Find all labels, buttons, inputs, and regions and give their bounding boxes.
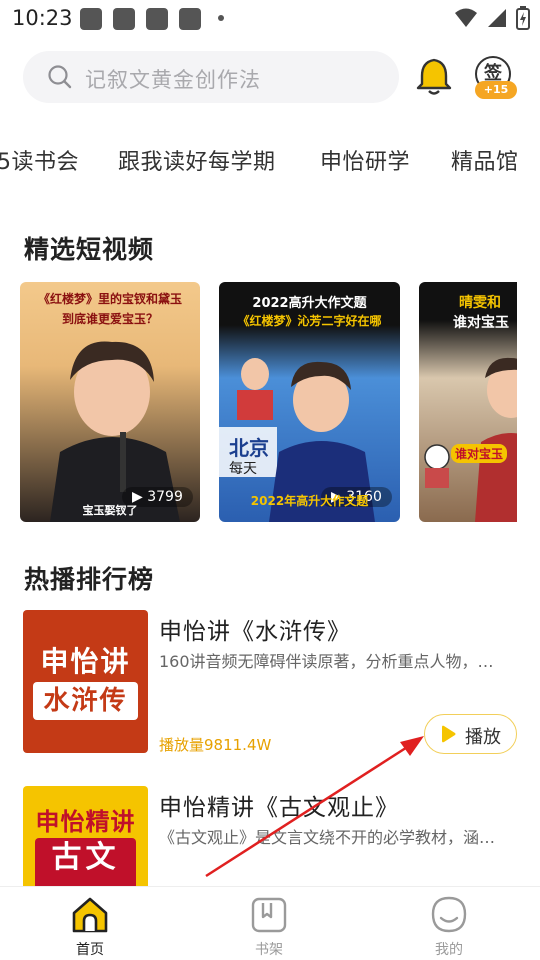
sign-badge: +15	[475, 81, 517, 99]
category-tabs: 5读书会 跟我读好每学期 申怡研学 精品馆	[0, 144, 540, 184]
nav-home[interactable]: 首页	[50, 887, 130, 960]
tab-read-every-term[interactable]: 跟我读好每学期	[118, 144, 276, 176]
sign-in-button[interactable]: 签 +15	[473, 54, 517, 99]
video-card[interactable]: 晴雯和 谁对宝玉 谁对宝玉	[419, 282, 517, 522]
cover-subtitle: 观止	[23, 878, 148, 886]
nav-bookshelf-label: 书架	[255, 942, 283, 958]
play-button[interactable]: 播放	[424, 714, 517, 754]
cover-title: 申怡精讲	[35, 808, 136, 836]
tab-study-tour[interactable]: 申怡研学	[320, 144, 410, 176]
bookshelf-icon	[251, 897, 287, 933]
nav-home-label: 首页	[76, 942, 104, 958]
tab-premium[interactable]: 精品馆	[451, 144, 519, 176]
search-input[interactable]: 记叙文黄金创作法	[23, 51, 399, 103]
cover-title: 申怡讲	[40, 645, 131, 678]
cover-subtitle: 水浒传	[33, 682, 138, 720]
video-banner: 每天	[229, 461, 257, 477]
status-bar: 10:23	[0, 0, 540, 38]
video-caption: 《红楼梦》沁芳二字好在哪	[237, 314, 382, 328]
book-title[interactable]: 申怡精讲《古文观止》	[159, 788, 399, 822]
book-description: 160讲音频无障碍伴读原著，分析重点人物，…	[159, 652, 494, 671]
nav-bookshelf[interactable]: 书架	[229, 887, 309, 960]
notification-icon	[80, 8, 102, 30]
status-time: 10:23	[12, 6, 73, 30]
play-button-label: 播放	[465, 727, 501, 748]
ranking-title: 热播排行榜	[24, 565, 155, 594]
status-icons	[454, 6, 530, 30]
more-notifications-icon	[218, 15, 224, 21]
search-icon	[48, 65, 72, 89]
video-caption: 到底谁更爱宝玉？	[61, 312, 158, 326]
video-caption: 2022高升大作文题	[252, 296, 367, 311]
book-title[interactable]: 申怡讲《水浒传》	[159, 612, 351, 646]
notification-icon	[113, 8, 135, 30]
battery-icon	[516, 6, 530, 30]
tab-reading-club[interactable]: 5读书会	[0, 144, 79, 176]
video-card[interactable]: 《红楼梦》里的宝钗和黛玉 到底谁更爱宝玉？ ▶ 3799 宝玉娶钗了	[20, 282, 200, 522]
book-description: 《古文观止》是文言文绕不开的必学教材，涵…	[159, 828, 496, 847]
play-icon	[442, 725, 456, 743]
notification-icon	[146, 8, 168, 30]
video-caption: 《红楼梦》里的宝钗和黛玉	[37, 292, 182, 306]
short-videos-title: 精选短视频	[24, 235, 155, 264]
play-count: 播放量9811.4W	[159, 736, 272, 754]
video-subtitle: 2022年高升大作文题	[250, 494, 369, 508]
search-placeholder: 记叙文黄金创作法	[85, 68, 261, 92]
video-subtitle: 宝玉娶钗了	[82, 504, 138, 517]
video-caption: 谁对宝玉	[453, 315, 509, 331]
bell-icon[interactable]	[414, 56, 454, 96]
signal-icon	[488, 9, 506, 27]
home-icon	[72, 897, 108, 933]
bottom-nav: 首页 书架 我的	[0, 886, 540, 960]
wifi-icon	[455, 8, 477, 27]
profile-icon	[431, 896, 467, 933]
book-cover[interactable]: 申怡讲 水浒传	[23, 610, 148, 753]
notification-icon	[179, 8, 201, 30]
video-caption: 晴雯和	[459, 295, 501, 311]
video-sticker: 谁对宝玉	[451, 444, 508, 463]
video-card[interactable]: 2022高升大作文题 《红楼梦》沁芳二字好在哪 北京 每天 ▶ 3160 202…	[219, 282, 400, 522]
book-cover[interactable]: 申怡精讲 古文 观止	[23, 786, 148, 886]
nav-profile[interactable]: 我的	[409, 887, 489, 960]
nav-profile-label: 我的	[435, 942, 463, 958]
video-banner: 北京	[229, 436, 269, 460]
